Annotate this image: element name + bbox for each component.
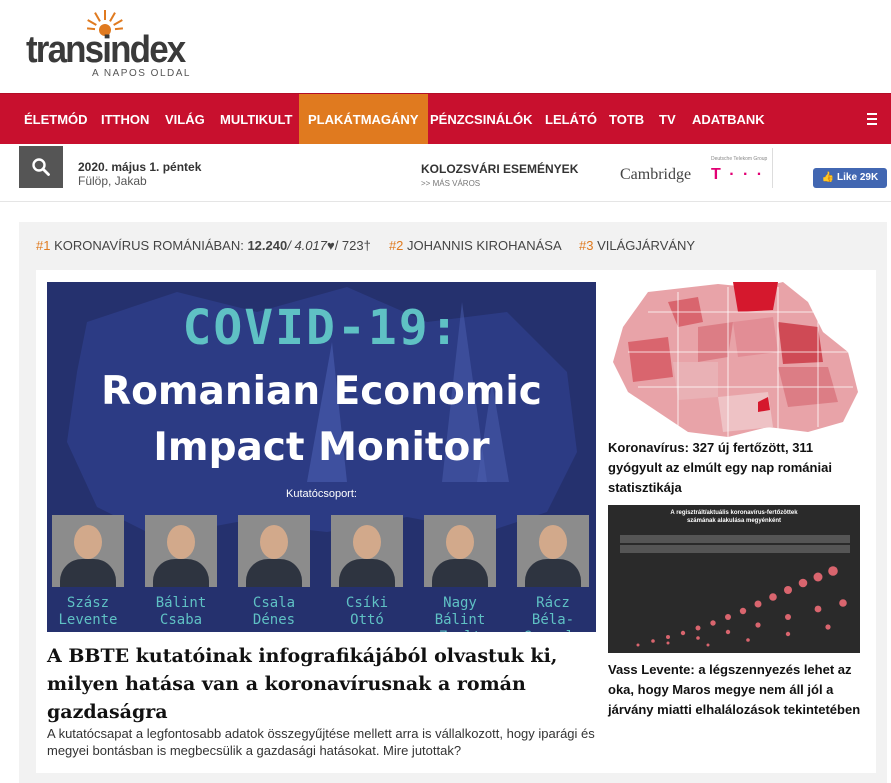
- covid-cases: 12.240: [247, 238, 288, 253]
- trending-rank: #2: [388, 238, 404, 253]
- search-icon: [32, 158, 50, 176]
- researcher-name: Csíki Ottó: [345, 595, 389, 628]
- trending-item-3[interactable]: #3 VILÁGJÁRVÁNY: [579, 238, 695, 253]
- nav-item-eletmod[interactable]: ÉLETMÓD: [24, 94, 88, 145]
- sponsor-cambridge[interactable]: Cambridge: [620, 166, 691, 184]
- trending-item-1[interactable]: #1 KORONAVÍRUS ROMÁNIÁBAN: 12.240/ 4.017…: [36, 238, 374, 253]
- hero-title-line1: COVID-19:: [182, 300, 461, 356]
- hero-title-text: Impact Monitor: [153, 425, 490, 470]
- nav-item-totb[interactable]: TOTB: [609, 94, 644, 145]
- nav-item-itthon[interactable]: ITTHON: [101, 94, 149, 145]
- main-article-image[interactable]: COVID-19: Romanian Economic Impact Monit…: [47, 282, 596, 632]
- nav-item-adatbank[interactable]: ADATBANK: [692, 94, 765, 145]
- main-nav: ÉLETMÓD ITTHON VILÁG MULTIKULT PLAKÁTMAG…: [0, 93, 891, 145]
- hero-title-line2: Romanian Economic Impact Monitor: [47, 364, 596, 476]
- researcher-card: Bálint Csaba: [145, 515, 217, 629]
- sponsor-telekom-label: Deutsche Telekom Group: [711, 156, 768, 162]
- researcher-name: NagyBálint Zsolt: [434, 595, 486, 632]
- researcher-photo: [517, 515, 589, 587]
- trending-label: VILÁGJÁRVÁNY: [597, 238, 696, 253]
- side-article-title[interactable]: Vass Levente: a légszennyezés lehet az o…: [608, 660, 863, 720]
- logo-wordmark: transindex: [26, 29, 186, 71]
- nav-item-tv[interactable]: TV: [659, 94, 676, 145]
- researcher-name: RáczBéla-Gergely: [523, 595, 582, 632]
- researcher-photo: [331, 515, 403, 587]
- trending-label: KORONAVÍRUS ROMÁNIÁBAN:: [54, 238, 244, 253]
- search-button[interactable]: [19, 146, 63, 188]
- events-link[interactable]: KOLOZSVÁRI ESEMÉNYEK: [421, 162, 578, 176]
- county-chart-image[interactable]: A regisztrált/aktuális koronavírus-fertő…: [608, 505, 860, 653]
- divider: [772, 148, 773, 188]
- nav-item-penzcsinalok[interactable]: PÉNZCSINÁLÓK: [430, 94, 533, 145]
- researcher-photo: [52, 515, 124, 587]
- researcher-card: Szász Levente: [52, 515, 124, 629]
- county-map-graphic: [613, 282, 858, 437]
- main-article-lead: A kutatócsapat a legfontosabb adatok öss…: [47, 726, 595, 758]
- trending-label: JOHANNIS KIROHANÁSA: [407, 238, 561, 253]
- heart-icon: ♥: [326, 238, 335, 253]
- thumbs-up-icon: 👍: [821, 172, 835, 183]
- trending-item-2[interactable]: #2 JOHANNIS KIROHANÁSA: [389, 238, 565, 253]
- trending-rank: #3: [578, 238, 594, 253]
- covid-deaths: / 723†: [334, 238, 371, 253]
- menu-icon[interactable]: [867, 113, 877, 125]
- nav-item-multikult[interactable]: MULTIKULT: [220, 94, 292, 145]
- bubble-chart-graphic: [636, 566, 847, 647]
- researcher-card: RáczBéla-Gergely: [517, 515, 589, 632]
- researcher-photo: [424, 515, 496, 587]
- researcher-name: Bálint Csaba: [155, 595, 207, 628]
- logo-tagline: A NAPOS OLDAL: [92, 68, 191, 79]
- trending-rank: #1: [36, 238, 51, 253]
- sponsor-telekom-logo[interactable]: T · · ·: [711, 166, 764, 184]
- romania-map-image[interactable]: [608, 282, 860, 440]
- nav-item-lelato[interactable]: LELÁTÓ: [545, 94, 597, 145]
- other-city-link[interactable]: >> MÁS VÁROS: [421, 179, 480, 188]
- nav-item-plakatmagany[interactable]: PLAKÁTMAGÁNY: [299, 94, 428, 145]
- page: transindex A NAPOS OLDAL ÉLETMÓD ITTHON …: [0, 0, 891, 783]
- current-date: 2020. május 1. péntek: [78, 160, 202, 174]
- info-bar: 2020. május 1. péntek Fülöp, Jakab KOLOZ…: [0, 144, 891, 202]
- researcher-card: Csíki Ottó: [331, 515, 403, 629]
- hero-title-text: Romanian Economic: [101, 369, 542, 414]
- researcher-name: Szász Levente: [58, 595, 118, 628]
- researcher-card: Csala Dénes: [238, 515, 310, 629]
- researcher-name: Csala Dénes: [252, 595, 296, 628]
- research-group-label: Kutatócsoport:: [286, 488, 357, 500]
- like-count: Like 29K: [837, 172, 879, 183]
- side-article-title[interactable]: Koronavírus: 327 új fertőzött, 311 gyógy…: [608, 438, 863, 498]
- facebook-like-button[interactable]: 👍 Like 29K: [813, 168, 887, 188]
- researcher-card: NagyBálint Zsolt: [424, 515, 496, 632]
- researcher-photo: [145, 515, 217, 587]
- site-logo[interactable]: transindex A NAPOS OLDAL: [26, 10, 196, 80]
- researcher-photo: [238, 515, 310, 587]
- nav-item-vilag[interactable]: VILÁG: [165, 94, 205, 145]
- covid-recovered: / 4.017: [287, 238, 327, 253]
- main-article-headline[interactable]: A BBTE kutatóinak infografikájából olvas…: [47, 642, 596, 726]
- trending-bar: #1 KORONAVÍRUS ROMÁNIÁBAN: 12.240/ 4.017…: [36, 238, 695, 253]
- name-days: Fülöp, Jakab: [78, 174, 147, 188]
